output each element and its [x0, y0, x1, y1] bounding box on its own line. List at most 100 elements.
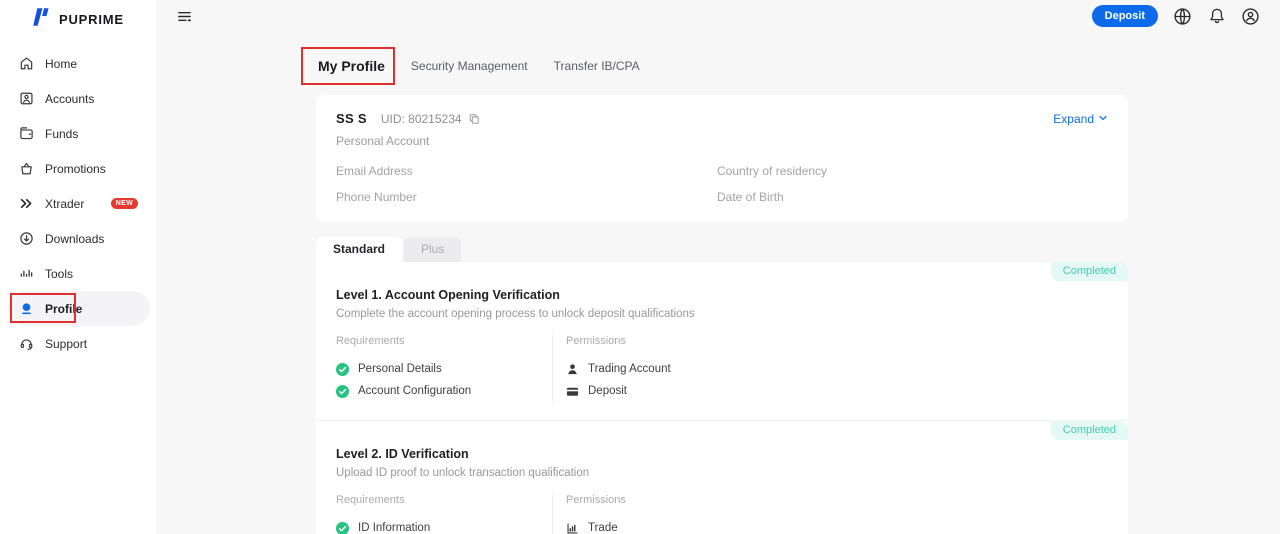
trading-account-icon	[566, 363, 579, 376]
account-avatar-icon[interactable]	[1241, 7, 1260, 26]
status-badge: Completed	[1051, 262, 1128, 281]
field-label: Email Address	[336, 164, 717, 178]
sidebar-item[interactable]: Support	[8, 326, 150, 361]
status-badge: Completed	[1051, 421, 1128, 440]
sidebar-item-label: Funds	[45, 127, 78, 141]
profile-summary-card: SS S UID: 80215234 Expand Personal Accou…	[316, 95, 1128, 222]
permissions-column: Permissions Trading Account Deposit	[553, 335, 671, 402]
verification-level: Completed Level 2. ID Verification Uploa…	[316, 420, 1128, 534]
field-label: Date of Birth	[717, 190, 1108, 204]
tools-icon	[18, 266, 34, 282]
permission-label: Trade	[588, 522, 618, 534]
level-description: Upload ID proof to unlock transaction qu…	[336, 467, 1108, 479]
sidebar-item[interactable]: Home	[8, 46, 150, 81]
main-content: My Profile Security Management Transfer …	[316, 0, 1128, 534]
brand-name: PUPRIME	[59, 12, 124, 27]
requirement-item: Account Configuration	[336, 380, 552, 402]
sidebar-item-label: Xtrader	[45, 197, 84, 211]
requirement-item: ID Information	[336, 517, 552, 534]
field-label: Country of residency	[717, 164, 1108, 178]
page-tab[interactable]: Transfer IB/CPA	[552, 59, 642, 73]
sidebar-item[interactable]: Funds	[8, 116, 150, 151]
sidebar-item-label: Downloads	[45, 232, 104, 246]
page-tabs: My Profile Security Management Transfer …	[316, 52, 1128, 80]
level-title: Level 2. ID Verification	[336, 447, 1108, 461]
user-uid: UID: 80215234	[381, 112, 462, 126]
sidebar-item[interactable]: Promotions	[8, 151, 150, 186]
requirement-label: Account Configuration	[358, 385, 471, 397]
promotions-icon	[18, 161, 34, 177]
notifications-bell-icon[interactable]	[1207, 7, 1226, 26]
sidebar-item-label: Profile	[45, 302, 82, 316]
page-tab[interactable]: Security Management	[409, 59, 530, 73]
accounts-icon	[18, 91, 34, 107]
field-label: Phone Number	[336, 190, 717, 204]
profile-head: SS S UID: 80215234 Expand	[336, 111, 1108, 126]
level-title: Level 1. Account Opening Verification	[336, 288, 1108, 302]
sidebar-item[interactable]: Xtrader NEW	[8, 186, 150, 221]
user-name: SS S	[336, 111, 367, 126]
permissions-label: Permissions	[566, 335, 671, 347]
sidebar-item-label: Promotions	[45, 162, 106, 176]
level-columns: Requirements ID Information ID Photo	[336, 494, 1108, 534]
check-icon	[336, 522, 349, 534]
verification-level: Completed Level 1. Account Opening Verif…	[316, 262, 1128, 420]
xtrader-icon	[18, 196, 34, 212]
requirements-column: Requirements ID Information ID Photo	[336, 494, 553, 534]
page-tab-label: Transfer IB/CPA	[554, 59, 640, 73]
requirements-label: Requirements	[336, 494, 552, 506]
requirement-label: ID Information	[358, 522, 430, 534]
sidebar-item-label: Home	[45, 57, 77, 71]
language-globe-icon[interactable]	[1173, 7, 1192, 26]
requirement-item: Personal Details	[336, 358, 552, 380]
profile-icon	[18, 301, 34, 317]
puprime-logo-icon	[30, 6, 52, 33]
copy-icon[interactable]	[468, 113, 480, 125]
permission-item: Deposit	[566, 380, 671, 402]
check-icon	[336, 385, 349, 398]
page-tab[interactable]: My Profile	[316, 58, 387, 74]
app-screen: PUPRIME Home Accounts Funds	[0, 0, 1280, 534]
sidebar-item[interactable]: Downloads	[8, 221, 150, 256]
plan-tabs: StandardPlus	[316, 237, 1128, 262]
page-tab-label: My Profile	[318, 58, 385, 74]
chevron-down-icon	[1098, 112, 1108, 126]
check-icon	[336, 363, 349, 376]
brand-logo: PUPRIME	[0, 0, 156, 32]
permissions-label: Permissions	[566, 494, 626, 506]
permission-label: Deposit	[588, 385, 627, 397]
requirements-label: Requirements	[336, 335, 552, 347]
support-icon	[18, 336, 34, 352]
page-tab-label: Security Management	[411, 59, 528, 73]
new-badge: NEW	[111, 198, 138, 209]
plan-tab[interactable]: Plus	[404, 237, 461, 262]
sidebar-item-label: Support	[45, 337, 87, 351]
requirement-label: Personal Details	[358, 363, 442, 375]
funds-icon	[18, 126, 34, 142]
downloads-icon	[18, 231, 34, 247]
sidebar-item-label: Accounts	[45, 92, 94, 106]
permissions-column: Permissions Trade	[553, 494, 626, 534]
permission-item: Trading Account	[566, 358, 671, 380]
permission-label: Trading Account	[588, 363, 671, 375]
account-type: Personal Account	[336, 134, 1108, 148]
expand-label: Expand	[1053, 112, 1094, 126]
verification-levels-card: Completed Level 1. Account Opening Verif…	[316, 262, 1128, 534]
permission-item: Trade	[566, 517, 626, 534]
sidebar-item[interactable]: Profile	[8, 291, 150, 326]
level-description: Complete the account opening process to …	[336, 308, 1108, 320]
menu-fold-icon[interactable]	[176, 7, 194, 25]
sidebar-nav: Home Accounts Funds Promotions	[0, 46, 156, 361]
expand-toggle[interactable]: Expand	[1053, 112, 1108, 126]
requirements-column: Requirements Personal Details Account Co…	[336, 335, 553, 402]
level-columns: Requirements Personal Details Account Co…	[336, 335, 1108, 402]
deposit-icon	[566, 385, 579, 398]
plan-tab[interactable]: Standard	[316, 237, 402, 262]
home-icon	[18, 56, 34, 72]
profile-fields: Email AddressCountry of residencyPhone N…	[336, 164, 1108, 204]
trade-icon	[566, 522, 579, 534]
sidebar-item[interactable]: Accounts	[8, 81, 150, 116]
sidebar: PUPRIME Home Accounts Funds	[0, 0, 156, 534]
sidebar-item[interactable]: Tools	[8, 256, 150, 291]
sidebar-item-label: Tools	[45, 267, 73, 281]
